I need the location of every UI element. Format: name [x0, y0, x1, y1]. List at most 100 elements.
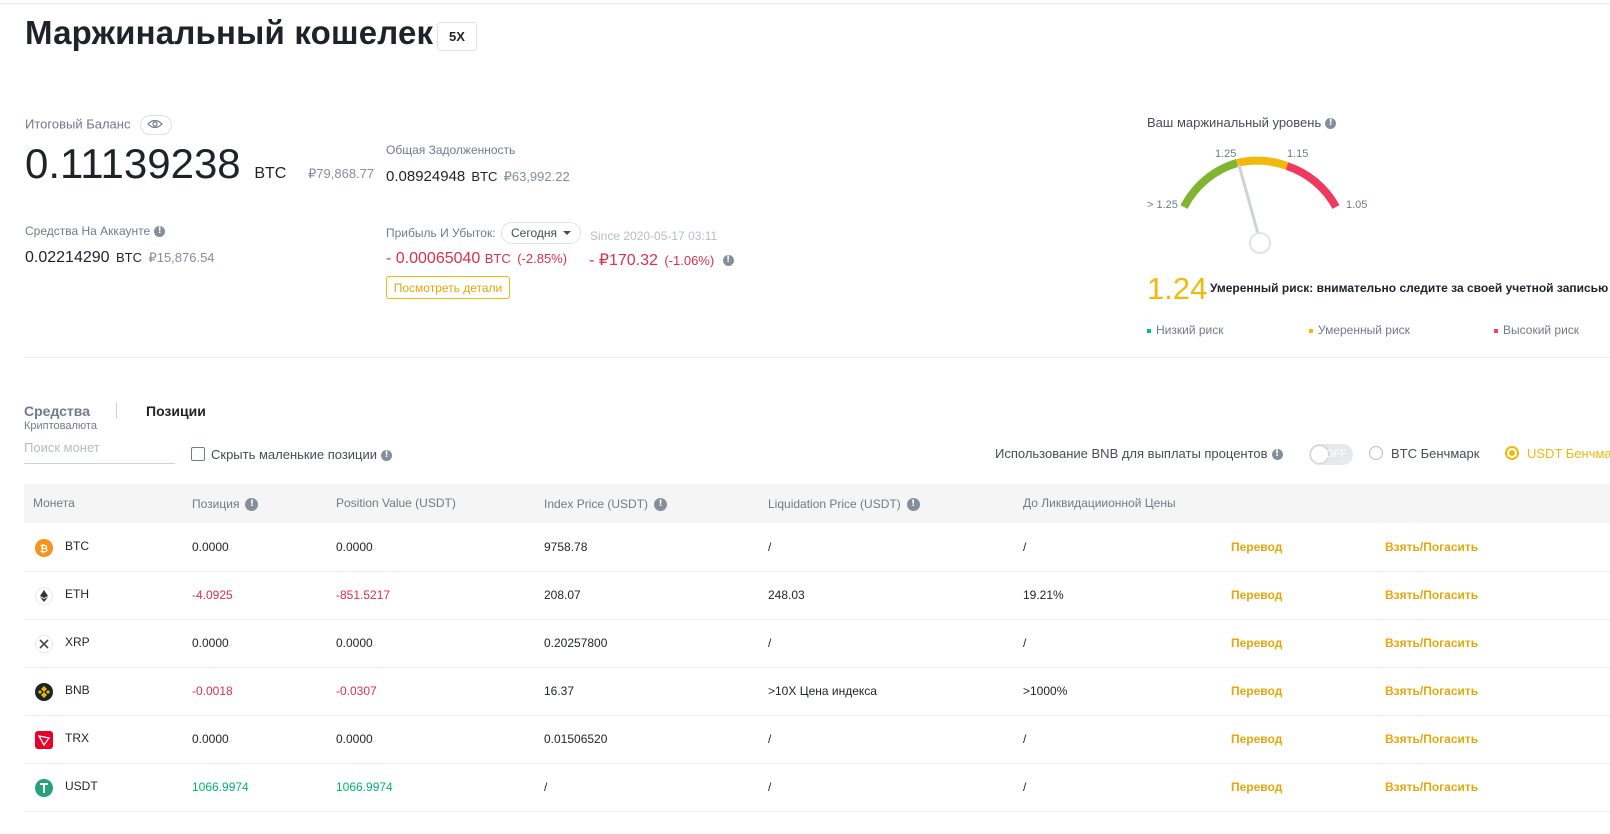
table-row: ₿ BTC 0.0000 0.0000 9758.78 / / Перевод … — [24, 524, 1610, 572]
bnb-icon — [35, 683, 53, 701]
transfer-link[interactable]: Перевод — [1231, 780, 1282, 794]
liquidation-price: / — [768, 732, 772, 746]
bnb-interest-label: Использование BNB для выплаты процентов! — [995, 446, 1283, 461]
total-balance-label: Итоговый Баланс — [25, 115, 173, 135]
coin-symbol: ETH — [65, 587, 89, 601]
index-price: 9758.78 — [544, 540, 588, 554]
pnl-period-value: Сегодня — [511, 226, 557, 240]
distance-to-liquidation: 19.21% — [1023, 588, 1064, 602]
hide-small-checkbox[interactable] — [191, 447, 205, 461]
gauge-tick-0: > 1.25 — [1147, 199, 1178, 211]
liquidation-price: / — [768, 540, 772, 554]
usdt-benchmark-label[interactable]: USDT Бенчмарк — [1527, 446, 1610, 461]
distance-to-liquidation: / — [1023, 732, 1027, 746]
table-header: Монета Позиция! Position Value (USDT) In… — [24, 484, 1610, 523]
gauge-high-segment — [1285, 162, 1340, 209]
bitcoin-icon: ₿ — [35, 539, 53, 557]
total-balance-value: 0.11139238 — [25, 140, 241, 187]
borrow-repay-link[interactable]: Взять/Погасить — [1385, 540, 1478, 554]
debt-fiat: ₽63,992.22 — [503, 169, 570, 184]
info-icon[interactable]: ! — [245, 498, 259, 512]
liquidation-price: 248.03 — [768, 588, 805, 602]
pnl-btc: - 0.00065040 BTC (-2.85%) — [386, 250, 567, 268]
total-balance: 0.11139238 BTC ₽79,868.77 — [25, 140, 374, 188]
borrow-repay-link[interactable]: Взять/Погасить — [1385, 732, 1478, 746]
btc-benchmark-label[interactable]: BTC Бенчмарк — [1391, 446, 1479, 461]
borrow-repay-link[interactable]: Взять/Погасить — [1385, 780, 1478, 794]
position-value: 1066.9974 — [336, 780, 393, 794]
info-icon[interactable]: ! — [906, 498, 920, 512]
debt-label: Общая Задолженность — [386, 143, 516, 157]
transfer-link[interactable]: Перевод — [1231, 636, 1282, 650]
leverage-badge: 5X — [437, 22, 477, 51]
info-icon[interactable]: ! — [1271, 449, 1283, 461]
legend-high-dot — [1494, 328, 1498, 333]
info-icon[interactable]: ! — [722, 255, 734, 267]
info-icon[interactable]: ! — [1325, 118, 1337, 130]
position-amount: 1066.9974 — [192, 780, 249, 794]
margin-level-label: Ваш маржинальный уровень! — [1147, 115, 1337, 130]
xrp-icon — [35, 635, 53, 653]
table-row: TRX 0.0000 0.0000 0.01506520 / / Перевод… — [24, 716, 1610, 764]
col-coin: Монета — [33, 496, 75, 510]
bnb-interest-toggle[interactable]: OFF — [1309, 444, 1353, 465]
col-liquidation-price: Liquidation Price (USDT)! — [768, 497, 920, 512]
borrow-repay-link[interactable]: Взять/Погасить — [1385, 588, 1478, 602]
coin-symbol: BNB — [65, 683, 90, 697]
debt-value: 0.08924948 — [386, 168, 466, 185]
tab-funds[interactable]: Средства — [24, 403, 90, 419]
info-icon[interactable]: ! — [654, 498, 668, 512]
table-row: BNB -0.0018 -0.0307 16.37 >10X Цена инде… — [24, 668, 1610, 716]
position-value: 0.0000 — [336, 540, 373, 554]
tab-funds-sub: Криптовалюта — [24, 420, 97, 432]
debt: 0.08924948 BTC ₽63,992.22 — [386, 168, 570, 185]
pnl-btc-pct: (-2.85%) — [517, 251, 568, 266]
account-funds-value: 0.02214290 — [25, 249, 110, 266]
tab-positions[interactable]: Позиции — [146, 403, 206, 419]
transfer-link[interactable]: Перевод — [1231, 540, 1282, 554]
legend-low-dot — [1147, 328, 1151, 333]
pnl-fiat-value: - ₽170.32 — [589, 252, 658, 269]
info-icon[interactable]: ! — [381, 450, 393, 462]
total-balance-unit: BTC — [254, 165, 287, 182]
index-price: 208.07 — [544, 588, 581, 602]
usdt-benchmark-radio[interactable] — [1505, 446, 1519, 460]
distance-to-liquidation: / — [1023, 636, 1027, 650]
borrow-repay-link[interactable]: Взять/Погасить — [1385, 636, 1478, 650]
distance-to-liquidation: >1000% — [1023, 684, 1068, 698]
distance-to-liquidation: / — [1023, 540, 1027, 554]
gauge-tick-1: 1.25 — [1215, 148, 1237, 160]
distance-to-liquidation: / — [1023, 780, 1027, 794]
pnl-since: Since 2020-05-17 03:11 — [590, 229, 718, 243]
transfer-link[interactable]: Перевод — [1231, 732, 1282, 746]
tether-icon — [35, 779, 53, 797]
table-row: XRP 0.0000 0.0000 0.20257800 / / Перевод… — [24, 620, 1610, 668]
btc-benchmark-radio[interactable] — [1369, 446, 1383, 460]
index-price: 0.20257800 — [544, 636, 608, 650]
gauge-tick-3: 1.05 — [1346, 199, 1368, 211]
gauge-tick-2: 1.15 — [1287, 148, 1309, 160]
caret-down-icon — [563, 231, 571, 235]
col-position: Позиция! — [192, 497, 259, 512]
transfer-link[interactable]: Перевод — [1231, 684, 1282, 698]
pnl-period-select[interactable]: Сегодня — [501, 222, 581, 244]
index-price: 16.37 — [544, 684, 575, 698]
total-balance-fiat: ₽79,868.77 — [308, 166, 375, 181]
view-details-button[interactable]: Посмотреть детали — [386, 276, 510, 299]
position-value: -851.5217 — [336, 588, 391, 602]
eye-icon[interactable] — [140, 115, 173, 135]
liquidation-price: >10X Цена индекса — [768, 684, 877, 698]
tron-icon — [35, 731, 53, 749]
info-icon[interactable]: ! — [154, 226, 166, 238]
coin-search-input[interactable]: Поиск монет — [24, 440, 175, 464]
account-funds-fiat: ₽15,876.54 — [148, 250, 215, 265]
account-funds-unit: BTC — [115, 250, 142, 265]
legend-moderate-dot — [1309, 328, 1313, 333]
pnl-fiat: - ₽170.32 (-1.06%) ! — [589, 250, 734, 270]
borrow-repay-link[interactable]: Взять/Погасить — [1385, 684, 1478, 698]
margin-level-status: Умеренный риск: внимательно следите за с… — [1210, 281, 1609, 295]
index-price: 0.01506520 — [544, 732, 608, 746]
liquidation-price: / — [768, 636, 772, 650]
position-amount: -4.0925 — [192, 588, 233, 602]
transfer-link[interactable]: Перевод — [1231, 588, 1282, 602]
